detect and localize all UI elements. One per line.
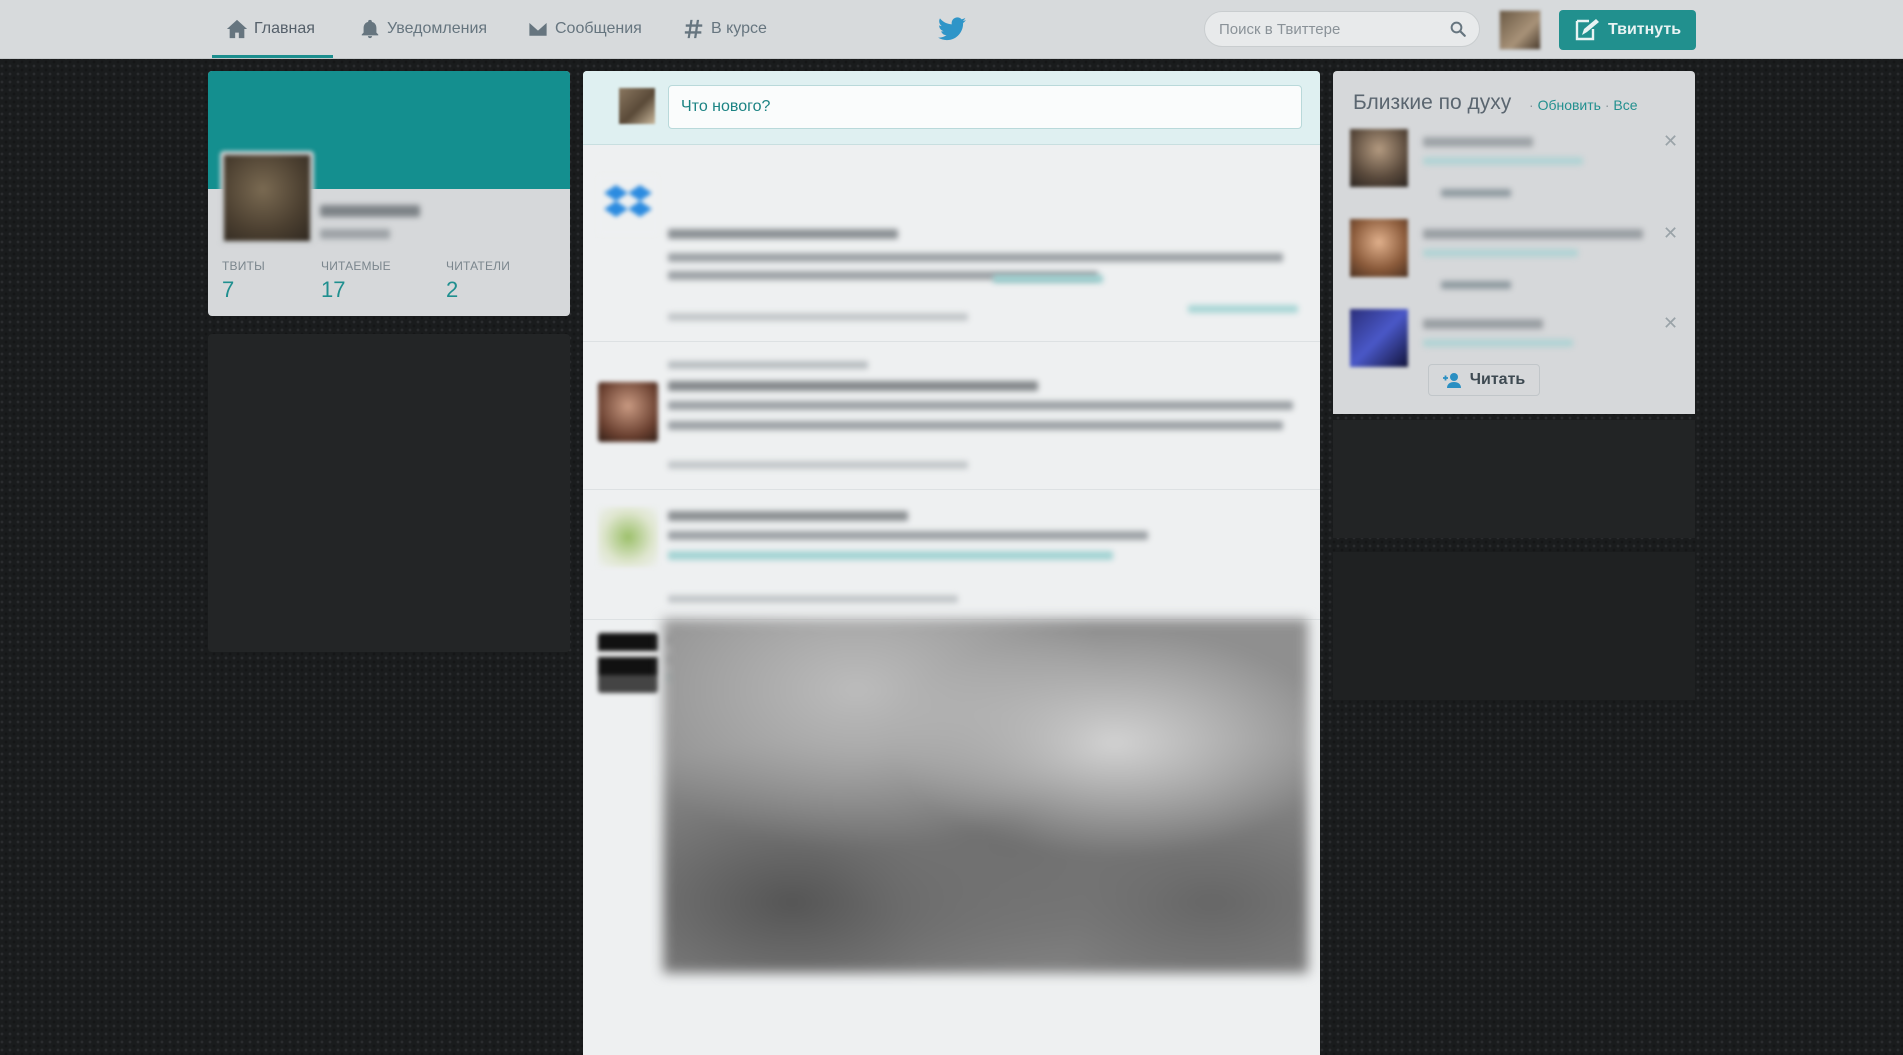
trends-panel-placeholder <box>208 334 570 652</box>
link-separator: · <box>1604 97 1610 113</box>
add-user-icon <box>1442 373 1461 388</box>
right-panel-placeholder <box>1333 420 1695 538</box>
stat-followers-value: 2 <box>446 277 459 302</box>
follow-button[interactable]: Читать <box>1428 364 1540 396</box>
nav-discover-label: В курсе <box>711 20 767 37</box>
nav-home[interactable]: Главная <box>212 0 333 58</box>
profile-name-blurred[interactable] <box>320 205 420 217</box>
tweet-media-image[interactable] <box>663 619 1308 973</box>
nav-messages-label: Сообщения <box>555 20 642 37</box>
tweet-avatar[interactable] <box>598 507 658 567</box>
view-all-link[interactable]: Все <box>1613 97 1637 113</box>
stat-following-value: 17 <box>321 277 346 302</box>
suggested-user-avatar[interactable] <box>1350 219 1408 277</box>
nav-messages[interactable]: Сообщения <box>527 0 642 58</box>
tweet-avatar[interactable] <box>598 175 658 235</box>
search-icon[interactable] <box>1449 20 1467 38</box>
compose-input[interactable]: Что нового? <box>668 85 1302 129</box>
stat-following-label: ЧИТАЕМЫЕ <box>321 259 391 273</box>
tweet-item[interactable] <box>583 489 1320 620</box>
link-separator: · <box>1529 97 1534 113</box>
close-icon[interactable]: ✕ <box>1663 223 1678 244</box>
who-to-follow-title: Близкие по духу <box>1353 91 1512 114</box>
nav-notifications[interactable]: Уведомления <box>359 0 487 58</box>
nav-notifications-label: Уведомления <box>387 20 488 37</box>
close-icon[interactable]: ✕ <box>1663 313 1678 334</box>
follow-button-label: Читать <box>1469 371 1526 388</box>
search-input[interactable] <box>1205 12 1439 46</box>
compose-area: Что нового? <box>583 71 1320 145</box>
tweet-item[interactable] <box>583 341 1320 490</box>
home-icon <box>226 19 248 39</box>
stat-followers-label: ЧИТАТЕЛИ <box>446 259 511 273</box>
tweet-button-label: Твитнуть <box>1607 21 1682 38</box>
account-avatar[interactable] <box>1499 10 1541 50</box>
twitter-bird-icon[interactable] <box>938 17 966 41</box>
compose-icon <box>1575 19 1599 41</box>
tweet-avatar[interactable] <box>598 633 658 693</box>
refresh-link[interactable]: Обновить <box>1538 97 1601 113</box>
dropbox-logo-icon <box>604 185 652 217</box>
suggested-user-avatar[interactable] <box>1350 309 1408 367</box>
profile-handle-blurred <box>320 229 390 239</box>
top-navigation-bar: Главная Уведомления Сообщения В курсе Тв… <box>0 0 1903 59</box>
tweet-avatar[interactable] <box>598 382 658 442</box>
profile-avatar[interactable] <box>220 151 314 245</box>
envelope-icon <box>528 21 548 37</box>
timeline: Что нового? <box>583 71 1320 1055</box>
right-panel-placeholder <box>1333 552 1695 700</box>
stat-following[interactable]: ЧИТАЕМЫЕ 17 <box>321 259 391 303</box>
tweet-button[interactable]: Твитнуть <box>1559 10 1696 50</box>
search-box <box>1204 11 1480 47</box>
who-to-follow-panel: Близкие по духу · Обновить · Все ✕ ✕ ✕ Ч… <box>1333 71 1695 414</box>
bell-icon <box>361 19 379 39</box>
tweet-item[interactable] <box>583 145 1320 342</box>
who-to-follow-links: · Обновить · Все <box>1529 97 1638 113</box>
hash-icon <box>684 19 703 39</box>
close-icon[interactable]: ✕ <box>1663 131 1678 152</box>
compose-avatar <box>619 88 655 124</box>
stat-tweets[interactable]: ТВИТЫ 7 <box>222 259 265 303</box>
suggested-user-avatar[interactable] <box>1350 129 1408 187</box>
stat-tweets-value: 7 <box>222 277 235 302</box>
stat-followers[interactable]: ЧИТАТЕЛИ 2 <box>446 259 510 303</box>
profile-card: ТВИТЫ 7 ЧИТАЕМЫЕ 17 ЧИТАТЕЛИ 2 <box>208 71 570 316</box>
nav-home-label: Главная <box>254 20 315 37</box>
stat-tweets-label: ТВИТЫ <box>222 259 265 273</box>
nav-discover[interactable]: В курсе <box>683 0 767 58</box>
